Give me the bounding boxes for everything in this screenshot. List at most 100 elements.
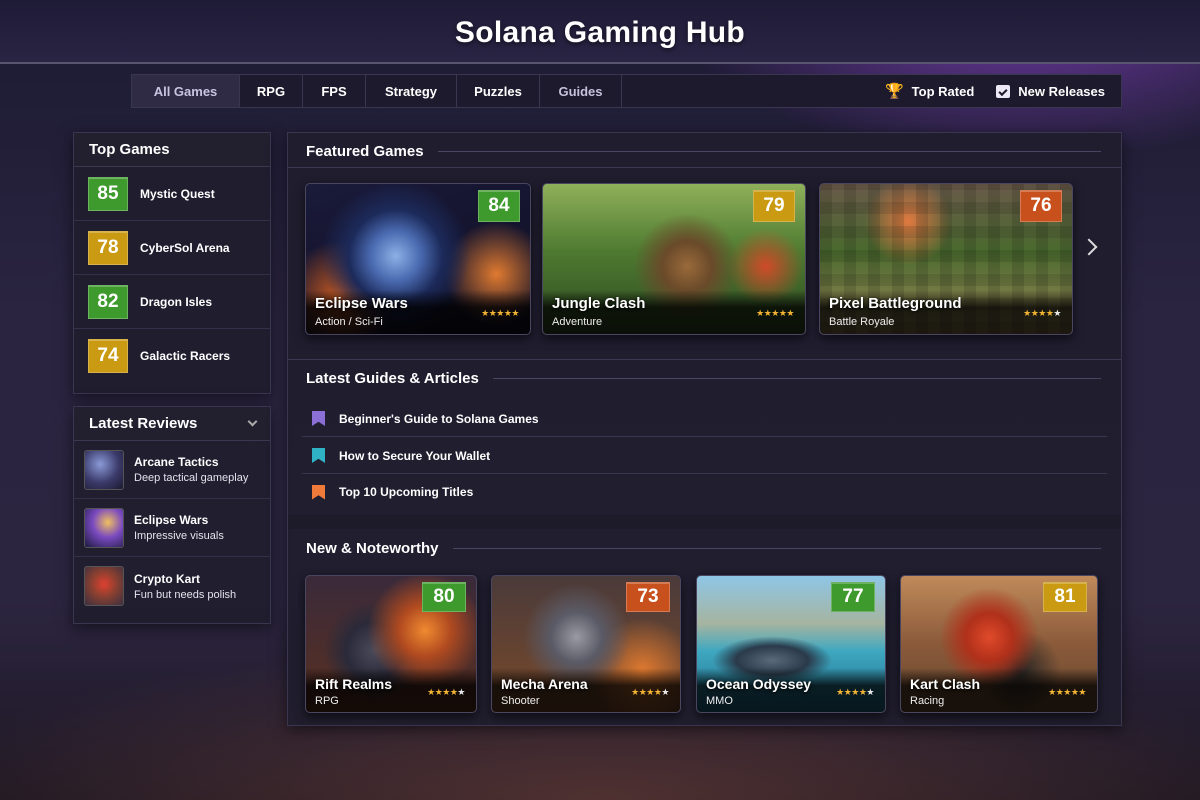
- noteworthy-title: New & Noteworthy: [306, 539, 439, 557]
- chevron-right-icon[interactable]: [1080, 238, 1098, 256]
- site-title: Solana Gaming Hub: [454, 16, 746, 49]
- star-rating: ★★★★★: [836, 687, 874, 697]
- game-name: Mystic Quest: [140, 186, 215, 201]
- top-games-list: 85 Mystic Quest 78 CyberSol Arena 82 Dragon…: [74, 167, 270, 383]
- card-title: Rift Realms: [315, 676, 393, 692]
- score-badge: 76: [1020, 190, 1062, 222]
- tab-strategy[interactable]: Strategy: [366, 75, 457, 107]
- guide-item[interactable]: How to Secure Your Wallet: [302, 438, 1107, 474]
- top-games-panel: Top Games 85 Mystic Quest 78 CyberSol Aren…: [73, 132, 271, 394]
- guide-title: Beginner's Guide to Solana Games: [339, 411, 539, 426]
- header: Solana Gaming Hub: [0, 0, 1200, 64]
- chevron-down-icon[interactable]: [247, 416, 258, 427]
- featured-games-title: Featured Games: [306, 142, 424, 160]
- heading-rule: [492, 377, 1101, 379]
- game-name: Dragon Isles: [140, 294, 213, 309]
- noteworthy-heading: New & Noteworthy: [288, 530, 1121, 566]
- latest-reviews-header[interactable]: Latest Reviews: [74, 407, 270, 441]
- tab-guides[interactable]: Guides: [540, 75, 622, 107]
- star-rating: ★★★★★: [427, 687, 465, 697]
- trophy-icon: 🏆: [884, 83, 904, 100]
- top-game-row[interactable]: 85 Mystic Quest: [74, 167, 270, 221]
- section-gap: [288, 515, 1121, 529]
- score-badge: 73: [626, 582, 670, 612]
- card-genre: Racing: [910, 695, 945, 707]
- score-badge: 78: [88, 230, 128, 265]
- bookmark-icon: [312, 448, 325, 463]
- card-title: Eclipse Wars: [315, 295, 408, 312]
- card-genre: RPG: [315, 695, 339, 707]
- guide-item[interactable]: Beginner's Guide to Solana Games: [302, 401, 1107, 437]
- review-title: Arcane Tactics: [134, 455, 219, 469]
- main-panel: Featured Games 84 Eclipse Wars Action / …: [287, 132, 1122, 726]
- card-genre: Action / Sci-Fi: [315, 316, 383, 328]
- top-rated-link[interactable]: 🏆 Top Rated: [885, 82, 974, 100]
- card-genre: Shooter: [501, 695, 540, 707]
- featured-card[interactable]: 79 Jungle Clash Adventure ★★★★★: [542, 183, 806, 335]
- score-badge: 77: [831, 582, 875, 612]
- top-game-row[interactable]: 78 CyberSol Arena: [74, 221, 270, 275]
- new-releases-link[interactable]: New Releases: [996, 84, 1105, 99]
- star-rating: ★★★★★: [481, 308, 519, 318]
- latest-reviews-title: Latest Reviews: [89, 415, 198, 432]
- card-title: Kart Clash: [910, 676, 981, 692]
- heading-rule: [452, 547, 1101, 549]
- guide-item[interactable]: Top 10 Upcoming Titles: [302, 474, 1107, 510]
- score-badge: 80: [422, 582, 466, 612]
- guides-heading: Latest Guides & Articles: [288, 360, 1121, 396]
- star-rating: ★★★★★: [1023, 308, 1061, 318]
- review-title: Crypto Kart: [134, 571, 201, 586]
- top-game-row[interactable]: 74 Galactic Racers: [74, 329, 270, 383]
- top-game-row[interactable]: 82 Dragon Isles: [74, 275, 270, 329]
- tab-rpg[interactable]: RPG: [240, 75, 303, 107]
- card-genre: Adventure: [552, 316, 603, 328]
- review-thumbnail: [84, 507, 124, 548]
- review-subtitle: Deep tactical gameplay: [134, 472, 249, 484]
- card-genre: Battle Royale: [829, 316, 895, 328]
- tab-fps[interactable]: FPS: [303, 75, 366, 107]
- noteworthy-card[interactable]: 80 Rift Realms RPG ★★★★★: [305, 575, 477, 713]
- bookmark-icon: [312, 411, 325, 426]
- checkmark-chat-icon: [996, 84, 1011, 98]
- featured-games-heading: Featured Games: [288, 133, 1121, 169]
- review-row[interactable]: Eclipse Wars Impressive visuals: [74, 499, 270, 557]
- guides-title: Latest Guides & Articles: [306, 369, 479, 387]
- score-badge: 84: [478, 190, 520, 222]
- bookmark-icon: [312, 484, 325, 500]
- card-title: Mecha Arena: [501, 676, 588, 692]
- guide-title: Top 10 Upcoming Titles: [339, 485, 474, 499]
- review-subtitle: Impressive visuals: [134, 530, 224, 542]
- latest-reviews-panel: Latest Reviews Arcane Tactics Deep tactic…: [73, 406, 271, 624]
- score-badge: 82: [88, 284, 128, 319]
- featured-card[interactable]: 76 Pixel Battleground Battle Royale ★★★★…: [819, 183, 1073, 335]
- card-title: Ocean Odyssey: [706, 676, 812, 692]
- review-thumbnail: [84, 449, 124, 490]
- star-rating: ★★★★★: [1048, 687, 1086, 697]
- nav-right-links: 🏆 Top Rated New Releases: [885, 75, 1121, 107]
- tab-all-games[interactable]: All Games: [132, 75, 240, 107]
- card-title: Jungle Clash: [552, 295, 646, 312]
- review-title: Eclipse Wars: [134, 513, 209, 527]
- score-badge: 85: [88, 176, 128, 211]
- new-releases-label: New Releases: [1018, 83, 1105, 99]
- tab-puzzles[interactable]: Puzzles: [457, 75, 540, 107]
- game-name: CyberSol Arena: [140, 240, 230, 255]
- nav-bar: All Games RPG FPS Strategy Puzzles Guide…: [131, 74, 1122, 108]
- review-row[interactable]: Crypto Kart Fun but needs polish: [74, 557, 270, 615]
- review-row[interactable]: Arcane Tactics Deep tactical gameplay: [74, 441, 270, 499]
- top-games-title: Top Games: [74, 133, 270, 167]
- guide-title: How to Secure Your Wallet: [339, 448, 491, 463]
- noteworthy-card[interactable]: 73 Mecha Arena Shooter ★★★★★: [491, 575, 681, 713]
- top-rated-label: Top Rated: [911, 83, 975, 99]
- heading-rule: [437, 150, 1101, 152]
- card-title: Pixel Battleground: [829, 295, 962, 312]
- score-badge: 74: [88, 339, 128, 373]
- divider: [288, 167, 1121, 168]
- star-rating: ★★★★★: [631, 687, 669, 697]
- featured-card[interactable]: 84 Eclipse Wars Action / Sci-Fi ★★★★★: [305, 183, 531, 335]
- noteworthy-card[interactable]: 77 Ocean Odyssey MMO ★★★★★: [696, 575, 886, 713]
- score-badge: 81: [1043, 582, 1087, 612]
- noteworthy-card[interactable]: 81 Kart Clash Racing ★★★★★: [900, 575, 1098, 713]
- star-rating: ★★★★★: [756, 308, 794, 318]
- review-thumbnail: [84, 566, 124, 606]
